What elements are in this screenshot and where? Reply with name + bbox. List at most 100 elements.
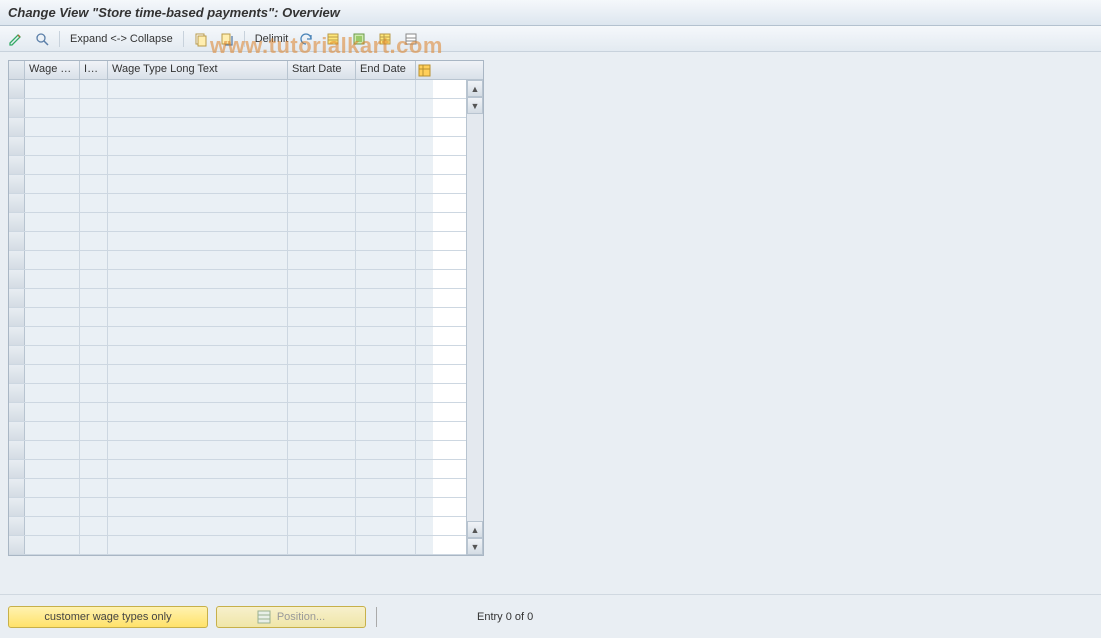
row-selector[interactable] [9, 327, 25, 345]
cell-info[interactable] [80, 422, 108, 440]
cell-start-date[interactable] [288, 308, 356, 326]
row-selector[interactable] [9, 308, 25, 326]
undo-icon[interactable] [295, 29, 319, 49]
col-header-long-text[interactable]: Wage Type Long Text [108, 61, 288, 79]
table-row[interactable] [9, 194, 483, 213]
cell-long-text[interactable] [108, 213, 288, 231]
cell-long-text[interactable] [108, 289, 288, 307]
cell-start-date[interactable] [288, 365, 356, 383]
cell-wage-type[interactable] [25, 498, 80, 516]
table-row[interactable] [9, 80, 483, 99]
row-selector[interactable] [9, 365, 25, 383]
cell-info[interactable] [80, 384, 108, 402]
cell-end-date[interactable] [356, 232, 416, 250]
cell-wage-type[interactable] [25, 441, 80, 459]
cell-info[interactable] [80, 536, 108, 554]
cell-wage-type[interactable] [25, 517, 80, 535]
cell-long-text[interactable] [108, 422, 288, 440]
cell-wage-type[interactable] [25, 346, 80, 364]
cell-end-date[interactable] [356, 384, 416, 402]
cell-start-date[interactable] [288, 118, 356, 136]
cell-info[interactable] [80, 137, 108, 155]
cell-long-text[interactable] [108, 384, 288, 402]
cell-start-date[interactable] [288, 289, 356, 307]
cell-long-text[interactable] [108, 270, 288, 288]
delimit-button[interactable]: Delimit [250, 29, 294, 49]
cell-info[interactable] [80, 175, 108, 193]
cell-long-text[interactable] [108, 251, 288, 269]
position-button[interactable]: Position... [216, 606, 366, 628]
col-header-info[interactable]: Inf... [80, 61, 108, 79]
cell-info[interactable] [80, 289, 108, 307]
table-row[interactable] [9, 327, 483, 346]
cell-start-date[interactable] [288, 479, 356, 497]
row-selector[interactable] [9, 498, 25, 516]
cell-long-text[interactable] [108, 327, 288, 345]
cell-info[interactable] [80, 460, 108, 478]
table-row[interactable] [9, 270, 483, 289]
cell-start-date[interactable] [288, 175, 356, 193]
cell-wage-type[interactable] [25, 175, 80, 193]
cell-end-date[interactable] [356, 346, 416, 364]
row-selector[interactable] [9, 118, 25, 136]
cell-wage-type[interactable] [25, 156, 80, 174]
cell-long-text[interactable] [108, 99, 288, 117]
table-row[interactable] [9, 156, 483, 175]
row-selector[interactable] [9, 99, 25, 117]
row-selector[interactable] [9, 479, 25, 497]
table-row[interactable] [9, 517, 483, 536]
cell-start-date[interactable] [288, 536, 356, 554]
cell-start-date[interactable] [288, 99, 356, 117]
cell-long-text[interactable] [108, 308, 288, 326]
cell-long-text[interactable] [108, 346, 288, 364]
cell-info[interactable] [80, 365, 108, 383]
cell-end-date[interactable] [356, 99, 416, 117]
cell-end-date[interactable] [356, 80, 416, 98]
row-selector[interactable] [9, 80, 25, 98]
cell-info[interactable] [80, 479, 108, 497]
cell-start-date[interactable] [288, 498, 356, 516]
cell-wage-type[interactable] [25, 251, 80, 269]
customer-wage-types-button[interactable]: customer wage types only [8, 606, 208, 628]
cell-info[interactable] [80, 232, 108, 250]
cell-info[interactable] [80, 118, 108, 136]
cell-long-text[interactable] [108, 80, 288, 98]
cell-start-date[interactable] [288, 441, 356, 459]
cell-info[interactable] [80, 99, 108, 117]
table-row[interactable] [9, 289, 483, 308]
select-block-icon[interactable] [347, 29, 371, 49]
row-selector-header[interactable] [9, 61, 25, 79]
row-selector[interactable] [9, 384, 25, 402]
row-selector[interactable] [9, 460, 25, 478]
row-selector[interactable] [9, 137, 25, 155]
cell-end-date[interactable] [356, 175, 416, 193]
table-row[interactable] [9, 422, 483, 441]
cell-end-date[interactable] [356, 118, 416, 136]
cell-wage-type[interactable] [25, 289, 80, 307]
cell-wage-type[interactable] [25, 118, 80, 136]
deselect-all-icon[interactable] [373, 29, 397, 49]
cell-long-text[interactable] [108, 441, 288, 459]
cell-wage-type[interactable] [25, 365, 80, 383]
cell-info[interactable] [80, 80, 108, 98]
table-settings-icon[interactable] [416, 61, 433, 79]
cell-end-date[interactable] [356, 517, 416, 535]
cell-start-date[interactable] [288, 327, 356, 345]
cell-wage-type[interactable] [25, 308, 80, 326]
cell-long-text[interactable] [108, 403, 288, 421]
cell-end-date[interactable] [356, 441, 416, 459]
table-row[interactable] [9, 441, 483, 460]
cell-wage-type[interactable] [25, 460, 80, 478]
cell-info[interactable] [80, 403, 108, 421]
cell-info[interactable] [80, 270, 108, 288]
cell-info[interactable] [80, 327, 108, 345]
row-selector[interactable] [9, 270, 25, 288]
table-row[interactable] [9, 536, 483, 555]
table-row[interactable] [9, 213, 483, 232]
cell-end-date[interactable] [356, 403, 416, 421]
cell-start-date[interactable] [288, 384, 356, 402]
cell-end-date[interactable] [356, 156, 416, 174]
cell-wage-type[interactable] [25, 384, 80, 402]
cell-long-text[interactable] [108, 137, 288, 155]
display-change-icon[interactable] [4, 29, 28, 49]
